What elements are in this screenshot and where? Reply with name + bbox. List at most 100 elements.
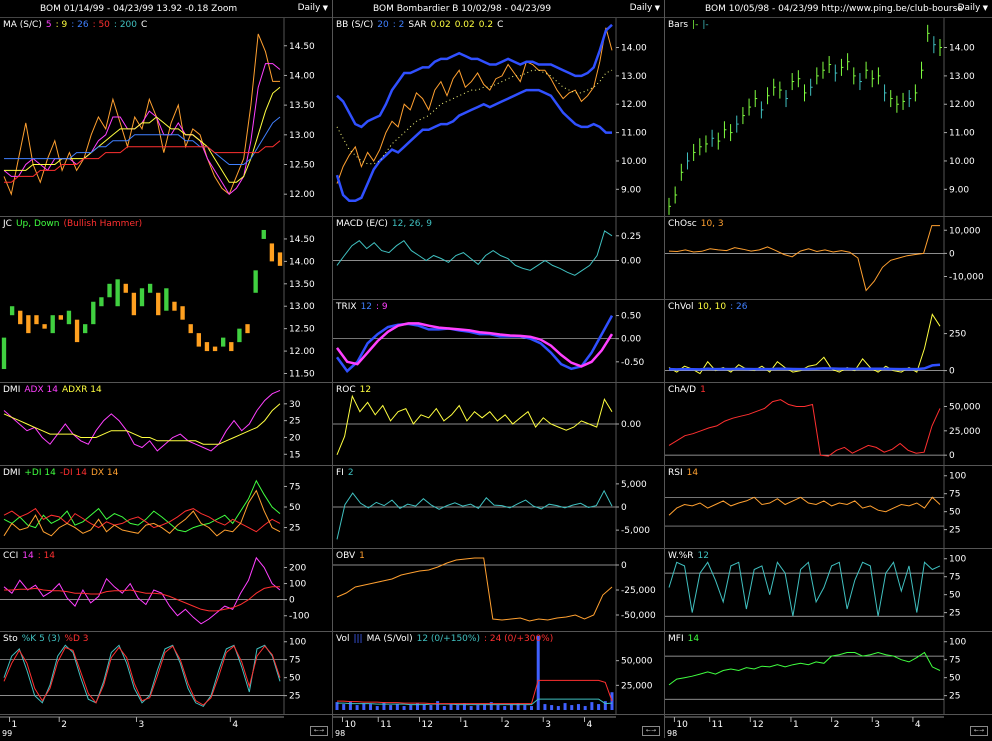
y-tick-label: 14.00: [289, 71, 315, 81]
y-tick-label: 75: [949, 573, 960, 583]
candle: [269, 243, 275, 262]
scroll-arrows-icon[interactable]: ←→: [642, 726, 660, 736]
indicator-panel-fi[interactable]: FI 2 5,000 0 -5,000: [333, 466, 664, 549]
candle: [107, 283, 112, 298]
panel-plot-chad: 50,000 25,000 0: [665, 383, 981, 465]
candle: [204, 342, 210, 352]
panel-plot-macd: 0.25 0.00: [333, 217, 641, 299]
interval-dropdown[interactable]: Daily: [298, 3, 328, 13]
y-tick-label: 50: [289, 503, 301, 513]
indicator-panel-mfi[interactable]: MFI 14 100 75 50 25: [665, 632, 992, 715]
series-line: [336, 23, 613, 129]
series-line: [4, 586, 280, 612]
indicator-panel-ma[interactable]: MA (S/C) 5: 9: 26: 50: 200 C 14.50 14.00 13.5…: [0, 18, 332, 217]
indicator-panel-macd[interactable]: MACD (E/C) 12, 26, 9 0.25 0.00: [333, 217, 664, 300]
panel-legend: ChVol 10, 10: 26: [668, 302, 751, 312]
candle: [99, 297, 104, 307]
panel-legend: MACD (E/C) 12, 26, 9: [336, 219, 436, 229]
x-year-label: 98: [667, 729, 677, 738]
legend-item: 12 (0/+150%): [416, 634, 480, 644]
indicator-panel-rsi[interactable]: RSI 14 100 75 50 25: [665, 466, 992, 549]
candle: [196, 333, 201, 347]
series-line: [668, 496, 941, 516]
legend-item: ChOsc: [668, 219, 697, 229]
indicator-panel-sto[interactable]: Sto %K 5 (3) %D 3 100 75 50 25: [0, 632, 332, 715]
y-tick-label: 13.00: [289, 131, 315, 141]
legend-item: ChVol: [668, 302, 694, 312]
indicator-panel-trix[interactable]: TRIX 12: 9 0.50 0.00 -0.50: [333, 300, 664, 383]
panel-plot-roc: 0.00: [333, 383, 641, 465]
x-tick-label: 4: [587, 720, 593, 730]
y-tick-label: 50: [949, 508, 961, 518]
series-line: [336, 557, 613, 622]
indicator-panel-bb[interactable]: BB (S/C) 20: 2 SAR 0.02 0.02 0.2 C 14.00 13.00 12…: [333, 18, 664, 217]
interval-dropdown[interactable]: Daily: [630, 3, 660, 13]
y-tick-label: 25,000: [621, 681, 653, 691]
y-tick-label: 10.00: [949, 157, 975, 167]
y-tick-label: 11.00: [621, 129, 647, 139]
indicator-panel-wr[interactable]: W.%R 12 100 75 50 25: [665, 549, 992, 632]
x-tick-label: 3: [874, 720, 880, 730]
panel-legend: DMI +DI 14 -DI 14 DX 14: [3, 468, 122, 478]
legend-item: MA (S/C): [3, 20, 42, 30]
legend-item: DMI: [3, 385, 21, 395]
panel-plot-vol: 50,000 25,000: [335, 632, 653, 714]
candle: [42, 324, 47, 329]
panel-legend: ChA/D 1: [668, 385, 710, 395]
volume-bar: [503, 706, 507, 710]
volume-ma-line: [337, 679, 613, 705]
x-tick-label: 2: [504, 720, 510, 730]
legend-item: : 9: [376, 302, 388, 312]
series-line: [3, 489, 281, 537]
series-line: [336, 27, 613, 184]
indicator-panel-vol[interactable]: Vol ||| MA (S/Vol) 12 (0/+150%): 24 (0/+300…: [333, 632, 664, 715]
series-line: [3, 507, 281, 533]
y-tick-label: -5,000: [621, 526, 650, 536]
legend-item: : 50: [92, 20, 110, 30]
scroll-arrows-icon[interactable]: ←→: [310, 726, 328, 736]
legend-item: : 14: [37, 551, 56, 561]
column-divider: [664, 0, 665, 738]
indicator-panel-obv[interactable]: OBV 1 0 -25,000 -50,000: [333, 549, 664, 632]
indicator-panel-cci[interactable]: CCI 14: 14 200 100 0 -100: [0, 549, 332, 632]
candle: [237, 328, 242, 343]
panel-plot-wr: 100 75 50 25: [665, 549, 966, 631]
chart-column-3: BOM 10/05/98 - 04/23/99 http://www.ping.…: [665, 0, 992, 738]
volume-bar: [456, 705, 460, 710]
x-tick-label: 1: [12, 720, 18, 730]
legend-item: |||: [353, 634, 363, 644]
y-tick-label: 15: [289, 450, 300, 460]
y-tick-label: 50,000: [621, 657, 653, 667]
legend-item: 5: [45, 20, 52, 30]
indicator-panel-chvol[interactable]: ChVol 10, 10: 26 250 0: [665, 300, 992, 383]
legend-item: MFI: [668, 634, 684, 644]
volume-bar: [550, 705, 554, 710]
indicator-panel-chad[interactable]: ChA/D 1 50,000 25,000 0: [665, 383, 992, 466]
series-line: [3, 403, 281, 445]
y-tick-label: 12.00: [949, 100, 975, 110]
legend-item: DX 14: [90, 468, 119, 478]
panel-plot-chvol: 250 0: [665, 300, 966, 382]
column-header: BOM 10/05/98 - 04/23/99 http://www.ping.…: [665, 0, 992, 18]
legend-item: MA (S/Vol): [366, 634, 413, 644]
indicator-panel-jc[interactable]: JC Up, Down (Bullish Hammer) 14.50 14.00 13.5…: [0, 217, 332, 383]
indicator-panel-dmi1[interactable]: DMI ADX 14 ADXR 14 30 25 20 15: [0, 383, 332, 466]
y-tick-label: 0: [949, 451, 955, 461]
y-tick-label: 12.00: [289, 190, 315, 200]
indicator-panel-roc[interactable]: ROC 12 0.00: [333, 383, 664, 466]
scroll-arrows-icon[interactable]: ←→: [970, 726, 988, 736]
legend-item: : 9: [55, 20, 68, 30]
interval-dropdown[interactable]: Daily: [958, 3, 988, 13]
volume-bar: [409, 705, 413, 710]
volume-bar: [476, 705, 480, 710]
panel-plot-jc: 14.50 14.00 13.50 13.00 12.50 12.00 11.50: [1, 217, 315, 382]
x-tick-label: 3: [138, 720, 144, 730]
indicator-panel-bars[interactable]: Bars |- |- 14.00 13.00 12.00 11.00 10.00 9.00: [665, 18, 992, 217]
y-tick-label: 100: [289, 638, 306, 648]
volume-bar: [563, 703, 567, 710]
indicator-panel-chosc[interactable]: ChOsc 10, 3 10,000 0 -10,000: [665, 217, 992, 300]
indicator-panel-dmi2[interactable]: DMI +DI 14 -DI 14 DX 14 75 50 25: [0, 466, 332, 549]
candle: [253, 270, 258, 293]
x-tick-label: 4: [915, 720, 921, 730]
y-tick-label: 12.00: [289, 347, 315, 357]
